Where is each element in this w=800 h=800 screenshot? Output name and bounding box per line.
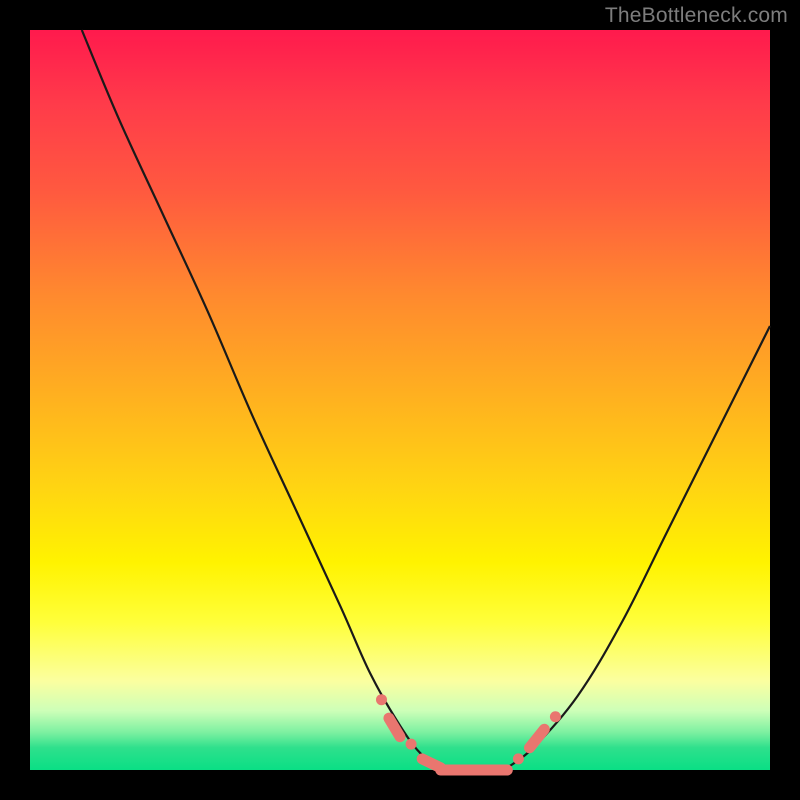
curve-layer <box>30 30 770 770</box>
chart-stage: TheBottleneck.com <box>0 0 800 800</box>
watermark-label: TheBottleneck.com <box>605 4 788 28</box>
highlight-dot <box>376 694 387 705</box>
plot-area <box>30 30 770 770</box>
highlight-dot <box>513 753 524 764</box>
highlight-dot <box>550 711 561 722</box>
highlight-dot <box>406 739 417 750</box>
left-curve <box>82 30 445 770</box>
right-curve <box>504 326 770 770</box>
highlight-segment <box>530 729 545 748</box>
